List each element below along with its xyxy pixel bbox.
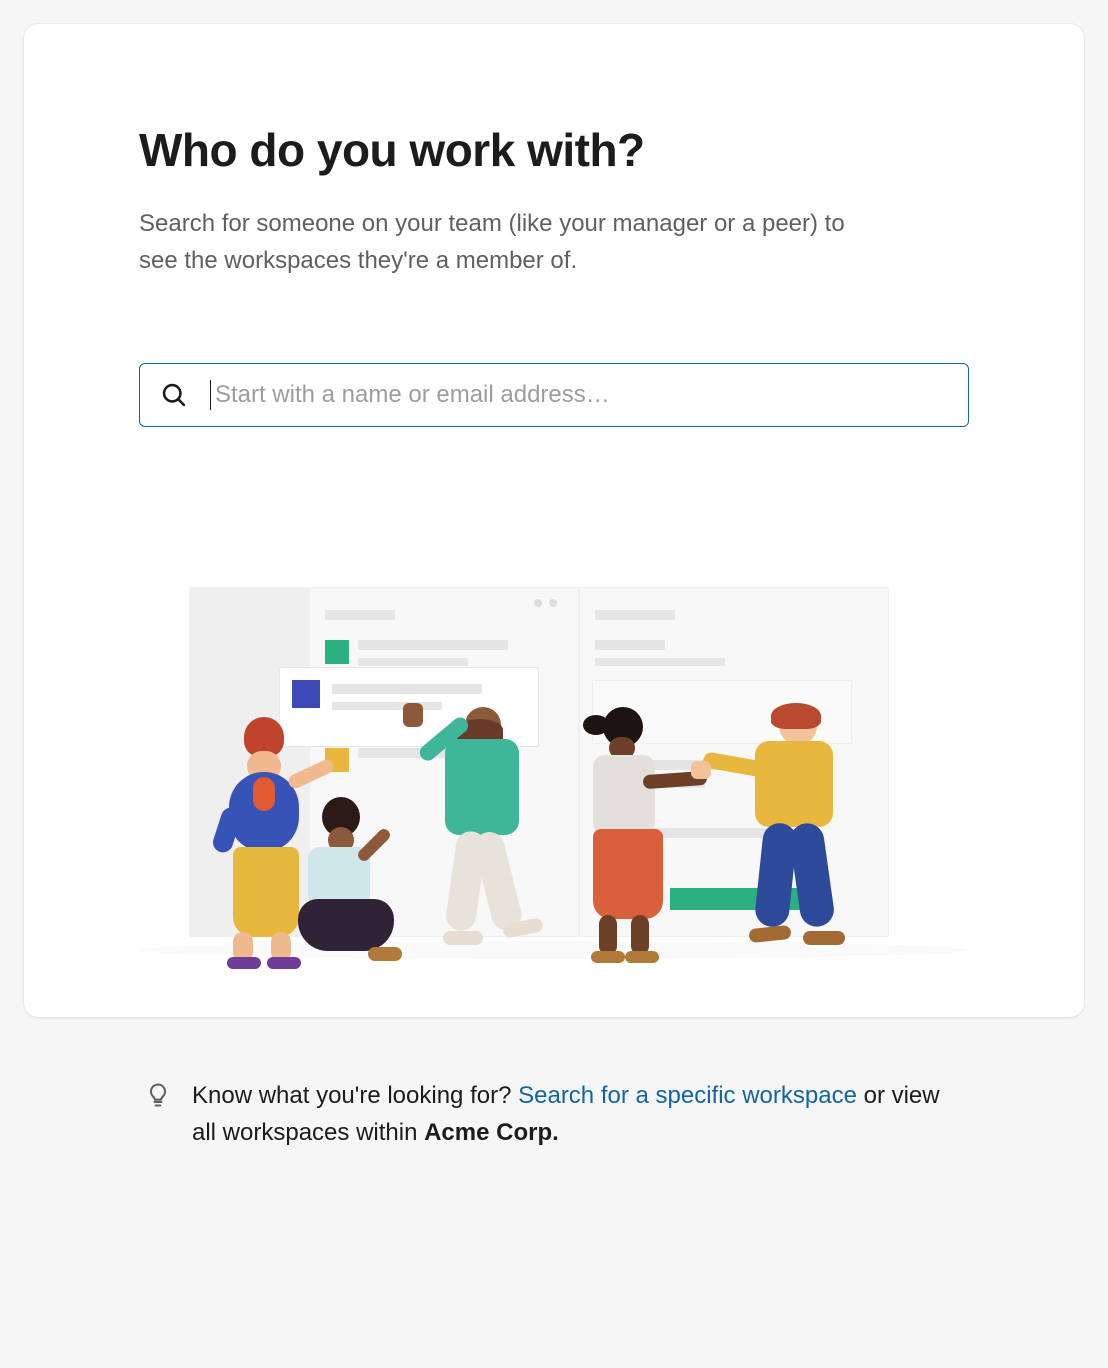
tip-lead: Know what you're looking for? <box>192 1082 518 1109</box>
search-input[interactable] <box>215 381 948 409</box>
tip-row: Know what you're looking for? Search for… <box>134 1077 974 1151</box>
lightbulb-icon <box>144 1081 172 1109</box>
page-title: Who do you work with? <box>139 124 969 177</box>
tip-text: Know what you're looking for? Search for… <box>192 1077 964 1151</box>
org-name: Acme Corp. <box>424 1119 559 1146</box>
search-icon <box>160 381 188 409</box>
team-illustration <box>139 577 969 987</box>
onboarding-card: Who do you work with? Search for someone… <box>24 24 1084 1017</box>
search-workspace-link[interactable]: Search for a specific workspace <box>518 1082 857 1109</box>
text-cursor <box>210 380 211 410</box>
page-subtitle: Search for someone on your team (like yo… <box>139 205 859 279</box>
search-field[interactable] <box>139 363 969 427</box>
